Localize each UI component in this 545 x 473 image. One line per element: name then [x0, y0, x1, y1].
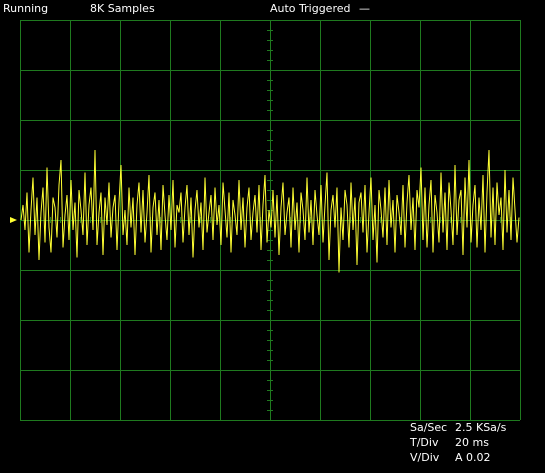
time-div-readout: T/Div 20 ms [410, 436, 489, 449]
volt-div-label: V/Div [410, 451, 440, 464]
volt-div-readout: V/Div A 0.02 [410, 451, 491, 464]
sample-rate-label: Sa/Sec [410, 421, 448, 434]
sample-rate-readout: Sa/Sec 2.5 KSa/s [410, 421, 506, 434]
trigger-level-arrow-icon[interactable] [10, 217, 17, 223]
sample-rate-value: 2.5 KSa/s [455, 421, 507, 434]
volt-div-value: A 0.02 [455, 451, 491, 464]
time-div-value: 20 ms [455, 436, 489, 449]
time-div-label: T/Div [410, 436, 439, 449]
oscilloscope-display[interactable] [0, 0, 545, 473]
